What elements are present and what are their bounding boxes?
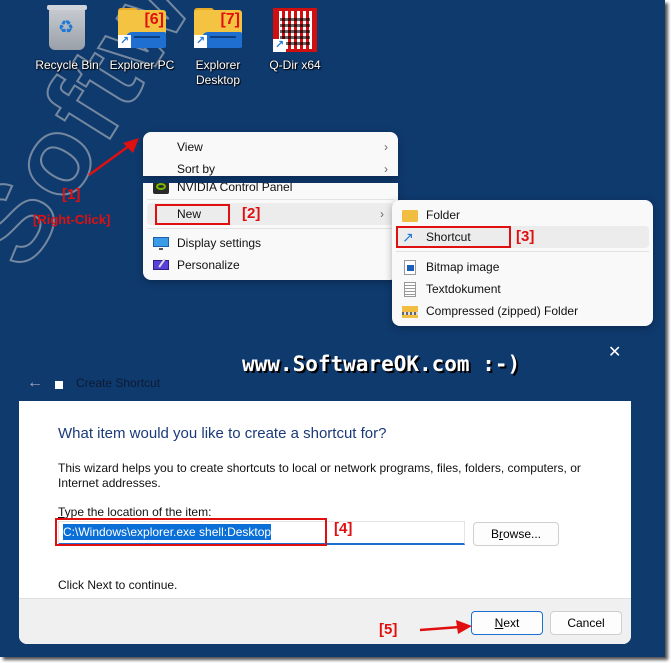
- desktop-icon-qdir[interactable]: ↗ Q-Dir x64: [260, 8, 330, 73]
- dialog-title: Create Shortcut: [76, 376, 161, 390]
- menu-separator: [396, 251, 649, 252]
- icon-label-line2: Desktop: [195, 73, 241, 87]
- annotation-step-5: [5]: [379, 621, 398, 638]
- submenu-item-zip-folder[interactable]: Compressed (zipped) Folder: [392, 300, 653, 322]
- icon-label: Q-Dir x64: [269, 58, 321, 72]
- annotation-step-4: [4]: [334, 520, 353, 537]
- shortcut-arrow-icon: ↗: [118, 35, 131, 48]
- shortcut-arrow-icon: ↗: [273, 39, 286, 52]
- menu-item-sort-by[interactable]: Sort by ›: [143, 158, 398, 180]
- location-label: Type the location of the item:: [58, 505, 212, 519]
- back-arrow-icon[interactable]: ←: [27, 374, 43, 392]
- dialog-footer: Next Cancel: [19, 598, 631, 644]
- display-icon: [153, 236, 169, 250]
- close-icon[interactable]: ✕: [608, 342, 621, 362]
- context-menu-bottom: NVIDIA Control Panel New › Display setti…: [143, 183, 398, 280]
- annotation-arrow-5: [419, 620, 472, 634]
- menu-item-display-settings[interactable]: Display settings: [143, 232, 398, 254]
- shortcut-arrow-icon: ↗: [402, 229, 414, 245]
- menu-item-personalize[interactable]: Personalize: [143, 254, 398, 276]
- continue-hint: Click Next to continue.: [58, 578, 178, 592]
- menu-item-nvidia[interactable]: NVIDIA Control Panel: [143, 183, 398, 198]
- desktop-icon-recycle-bin[interactable]: ♻ Recycle Bin: [32, 5, 102, 73]
- location-value: C:\Windows\explorer.exe shell:Desktop: [63, 524, 272, 540]
- personalize-icon: [153, 258, 169, 272]
- desktop-icon-explorer-desktop[interactable]: [7] ↗ Explorer Desktop: [183, 8, 253, 88]
- recycle-bin-icon: ♻: [47, 5, 87, 50]
- badge: [7]: [220, 11, 240, 28]
- new-submenu: Folder ↗ Shortcut Bitmap image Textdokum…: [392, 200, 653, 326]
- zip-folder-icon: [402, 304, 418, 318]
- chevron-right-icon: ›: [384, 162, 388, 176]
- submenu-item-textdokument[interactable]: Textdokument: [392, 278, 653, 300]
- folder-shortcut-icon: [7] ↗: [194, 8, 242, 48]
- desktop-icon-explorer-pc[interactable]: [6] ↗ Explorer PC: [107, 8, 177, 73]
- annotation-right-click: [Right-Click]: [33, 212, 111, 227]
- folder-icon: [402, 208, 418, 222]
- badge: [6]: [144, 11, 164, 28]
- softwareok-banner: www.SoftwareOK.com :-): [242, 352, 521, 376]
- icon-label: Explorer PC: [109, 58, 175, 72]
- annotation-arrow-1: [88, 138, 139, 177]
- location-input[interactable]: C:\Windows\explorer.exe shell:Desktop: [58, 521, 465, 545]
- nvidia-icon: [153, 183, 169, 194]
- menu-item-new[interactable]: New ›: [147, 203, 394, 225]
- dialog-heading: What item would you like to create a sho…: [58, 425, 387, 442]
- folder-shortcut-icon: [6] ↗: [118, 8, 166, 48]
- submenu-item-bitmap[interactable]: Bitmap image: [392, 256, 653, 278]
- icon-label: Recycle Bin: [35, 58, 99, 72]
- menu-item-view[interactable]: View ›: [143, 136, 398, 158]
- dialog-description: This wizard helps you to create shortcut…: [58, 461, 581, 490]
- create-shortcut-dialog: What item would you like to create a sho…: [19, 401, 631, 644]
- shortcut-arrow-icon: ↗: [194, 35, 207, 48]
- submenu-item-folder[interactable]: Folder: [392, 204, 653, 226]
- annotation-step-3: [3]: [516, 228, 535, 245]
- browse-button[interactable]: Browse...: [473, 522, 559, 546]
- annotation-step-2: [2]: [242, 205, 261, 222]
- chevron-right-icon: ›: [380, 207, 384, 221]
- context-menu-top: View › Sort by ›: [143, 132, 398, 176]
- menu-separator: [147, 199, 394, 200]
- desktop[interactable]: SoftwareOK.com ♻ Recycle Bin [6] ↗ Explo…: [0, 0, 665, 657]
- chevron-right-icon: ›: [384, 140, 388, 154]
- bitmap-icon: [402, 260, 418, 275]
- next-button[interactable]: Next: [471, 611, 543, 635]
- menu-separator: [147, 228, 394, 229]
- text-document-icon: [402, 282, 418, 297]
- shortcut-wizard-icon: [55, 381, 63, 389]
- icon-label-line1: Explorer: [195, 58, 241, 72]
- cancel-button[interactable]: Cancel: [550, 611, 622, 635]
- annotation-step-1: [1]: [62, 186, 81, 203]
